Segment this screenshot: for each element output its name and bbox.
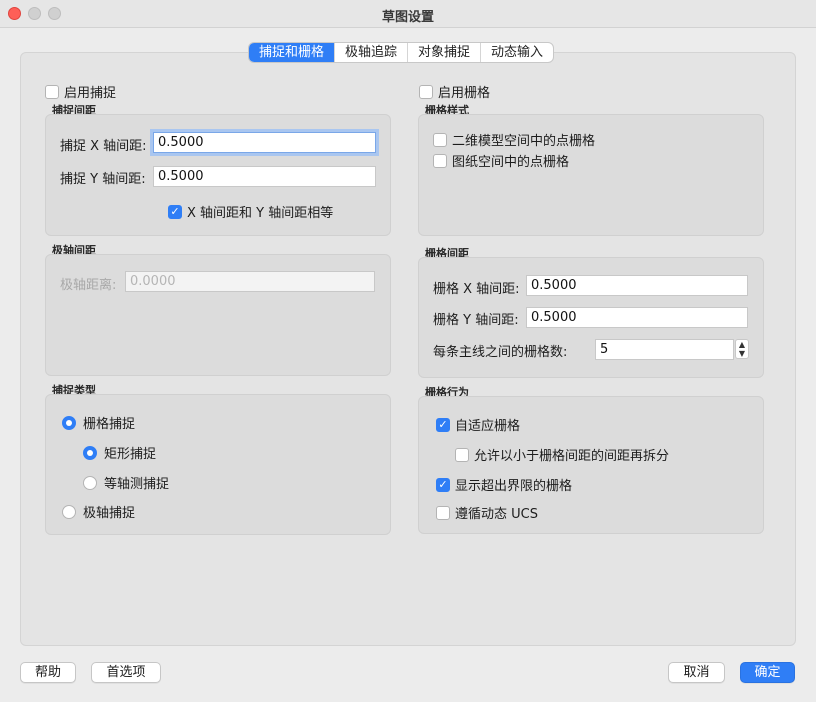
subdivide-checkbox[interactable]: 允许以小于栅格间距的间距再拆分	[455, 445, 669, 464]
rect-snap-radio-dot[interactable]	[83, 445, 97, 460]
beyond-limits-checkbox[interactable]: 显示超出界限的栅格	[436, 475, 572, 494]
xy-equal-box[interactable]	[168, 204, 182, 219]
tab-snap-and-grid[interactable]: 捕捉和栅格	[249, 43, 336, 62]
ok-button[interactable]: 确定	[740, 662, 795, 683]
snap-x-input[interactable]: 0.5000	[153, 132, 376, 153]
tab-dynamic-input[interactable]: 动态输入	[481, 43, 553, 62]
follow-ucs-checkbox[interactable]: 遵循动态 UCS	[436, 503, 538, 522]
enable-snap-label: 启用捕捉	[64, 86, 117, 101]
enable-grid-box[interactable]	[419, 84, 433, 99]
cancel-button[interactable]: 取消	[668, 662, 725, 683]
grid-style-2d-label: 二维模型空间中的点栅格	[452, 134, 596, 149]
polar-distance-label: 极轴距离:	[60, 278, 117, 293]
grid-x-input[interactable]: 0.5000	[526, 275, 748, 296]
subdivide-label: 允许以小于栅格间距的间距再拆分	[474, 449, 670, 464]
beyond-limits-label: 显示超出界限的栅格	[455, 479, 573, 494]
subdivide-box[interactable]	[455, 447, 469, 462]
snap-x-label: 捕捉 X 轴间距:	[60, 139, 147, 154]
grid-style-2d-checkbox[interactable]: 二维模型空间中的点栅格	[433, 130, 595, 149]
iso-snap-label: 等轴测捕捉	[104, 477, 170, 492]
xy-equal-checkbox[interactable]: X 轴间距和 Y 轴间距相等	[168, 202, 333, 221]
grid-style-paper-label: 图纸空间中的点栅格	[452, 155, 570, 170]
follow-ucs-label: 遵循动态 UCS	[455, 507, 538, 522]
adaptive-grid-checkbox[interactable]: 自适应栅格	[436, 415, 520, 434]
options-button[interactable]: 首选项	[91, 662, 161, 683]
iso-snap-radio[interactable]: 等轴测捕捉	[83, 473, 169, 492]
enable-grid-checkbox[interactable]: 启用栅格	[419, 82, 490, 101]
rect-snap-label: 矩形捕捉	[104, 447, 157, 462]
major-line-stepper[interactable]: ▲ ▼	[735, 339, 749, 359]
polar-distance-input: 0.0000	[125, 271, 375, 292]
beyond-limits-box[interactable]	[436, 477, 450, 492]
grid-style-2d-box[interactable]	[433, 132, 447, 147]
enable-snap-checkbox[interactable]: 启用捕捉	[45, 82, 116, 101]
grid-snap-label: 栅格捕捉	[83, 417, 136, 432]
tab-polar-tracking[interactable]: 极轴追踪	[335, 43, 409, 62]
follow-ucs-box[interactable]	[436, 505, 450, 520]
grid-x-label: 栅格 X 轴间距:	[433, 282, 520, 297]
grid-snap-radio[interactable]: 栅格捕捉	[62, 413, 135, 432]
tab-bar: 捕捉和栅格 极轴追踪 对象捕捉 动态输入	[248, 42, 555, 63]
polar-snap-radio-dot[interactable]	[62, 504, 76, 519]
tab-object-snap[interactable]: 对象捕捉	[408, 43, 482, 62]
grid-y-label: 栅格 Y 轴间距:	[433, 313, 519, 328]
grid-style-paper-checkbox[interactable]: 图纸空间中的点栅格	[433, 151, 569, 170]
adaptive-grid-box[interactable]	[436, 417, 450, 432]
grid-snap-radio-dot[interactable]	[62, 415, 76, 430]
xy-equal-label: X 轴间距和 Y 轴间距相等	[187, 206, 334, 221]
sketch-settings-window: 草图设置 捕捉和栅格 极轴追踪 对象捕捉 动态输入 启用捕捉 捕捉间距 捕捉 X…	[0, 0, 816, 702]
help-button[interactable]: 帮助	[20, 662, 76, 683]
enable-grid-label: 启用栅格	[438, 86, 491, 101]
rect-snap-radio[interactable]: 矩形捕捉	[83, 443, 156, 462]
snap-y-label: 捕捉 Y 轴间距:	[60, 172, 146, 187]
major-line-label: 每条主线之间的栅格数:	[433, 345, 568, 360]
major-line-input[interactable]: 5	[595, 339, 734, 360]
snap-y-input[interactable]: 0.5000	[153, 166, 376, 187]
enable-snap-box[interactable]	[45, 84, 59, 99]
polar-snap-radio[interactable]: 极轴捕捉	[62, 502, 135, 521]
adaptive-grid-label: 自适应栅格	[455, 419, 521, 434]
window-title: 草图设置	[381, 10, 434, 25]
iso-snap-radio-dot[interactable]	[83, 475, 97, 490]
title-bar: 草图设置	[0, 0, 816, 28]
polar-snap-label: 极轴捕捉	[83, 506, 136, 521]
grid-y-input[interactable]: 0.5000	[526, 307, 748, 328]
grid-style-paper-box[interactable]	[433, 153, 447, 168]
